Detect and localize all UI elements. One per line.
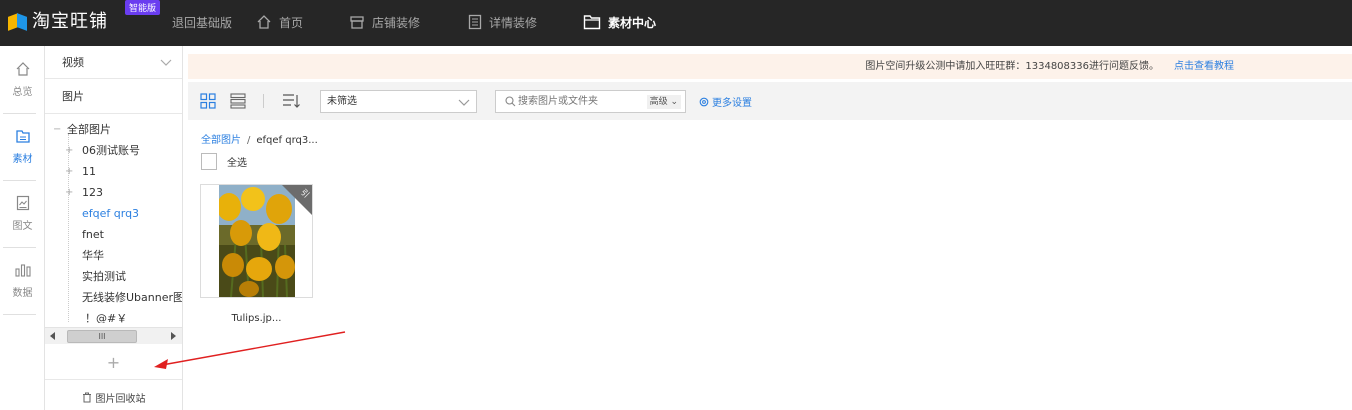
breadcrumb-current: efqef qrq3...	[256, 135, 318, 146]
rail-data-label: 数据	[12, 287, 33, 299]
nav-detail-label: 详情装修	[489, 15, 538, 30]
image-text-icon	[16, 195, 29, 210]
breadcrumb-root[interactable]: 全部图片	[201, 135, 241, 146]
tree-item-selected[interactable]: efqef qrq3	[82, 204, 139, 224]
divider	[45, 113, 182, 114]
tree-item[interactable]: 实拍测试	[82, 267, 126, 287]
rail-overview-label: 总览	[12, 86, 33, 98]
image-card[interactable]: 引	[200, 184, 313, 298]
edition-badge: 智能版	[125, 0, 161, 15]
more-settings-link[interactable]: 更多设置	[699, 94, 752, 109]
image-recycle-bin-link[interactable]: 图片回收站	[45, 386, 182, 408]
expand-icon[interactable]: +	[65, 162, 73, 182]
store-icon	[350, 16, 364, 29]
rail-material[interactable]: 素材	[0, 113, 45, 179]
nav-detail-decoration[interactable]: 详情装修	[468, 12, 537, 32]
tree-item-label: 全部图片	[67, 123, 111, 136]
rail-data[interactable]: 数据	[0, 247, 45, 313]
rail-image-text[interactable]: 图文	[0, 180, 45, 246]
bar-chart-icon	[14, 263, 31, 277]
list-view-icon[interactable]	[230, 93, 246, 109]
search-input[interactable]	[518, 93, 638, 110]
material-icon	[15, 129, 30, 143]
back-to-basic-link[interactable]: 退回基础版	[172, 12, 232, 32]
annotation-arrow	[154, 331, 346, 369]
tutorial-link[interactable]: 点击查看教程	[1174, 54, 1234, 79]
nav-material-label: 素材中心	[608, 15, 657, 30]
search-box: 高级 ⌄	[495, 90, 686, 113]
home-icon	[16, 61, 29, 76]
rail-overview[interactable]: 总览	[0, 46, 45, 112]
breadcrumb-separator: /	[247, 135, 251, 146]
tree-item-label: 123	[82, 186, 103, 199]
left-rail: 总览 素材 图文 数据	[0, 46, 45, 410]
more-settings-label: 更多设置	[712, 98, 752, 109]
tree-item-label: 06测试账号	[82, 144, 140, 157]
home-icon	[257, 15, 271, 29]
nav-store-decoration[interactable]: 店铺装修	[349, 12, 420, 32]
video-section-toggle[interactable]: 视频	[45, 46, 182, 79]
advanced-search-button[interactable]: 高级 ⌄	[646, 95, 681, 109]
folder-icon	[583, 15, 601, 30]
tree-item[interactable]: + 11	[65, 162, 96, 182]
tree-item[interactable]: + 123	[65, 183, 103, 203]
select-all-checkbox[interactable]	[201, 153, 217, 170]
tree-item[interactable]: 华华	[82, 246, 104, 266]
toolbar-divider	[263, 94, 264, 108]
folder-tree: − 全部图片 + 06测试账号 + 11 + 123 efqef qrq3 fn…	[45, 120, 182, 323]
nav-home-label: 首页	[279, 15, 304, 30]
rail-divider	[3, 314, 36, 315]
tree-item[interactable]: 无线装修Ubanner图片	[82, 288, 182, 308]
expand-icon[interactable]: +	[65, 141, 73, 161]
chevron-down-icon	[160, 59, 172, 66]
chevron-down-icon	[458, 99, 470, 106]
breadcrumb: 全部图片 / efqef qrq3...	[201, 131, 318, 146]
notice-text: 图片空间升级公测中请加入旺旺群：1334808336进行问题反馈。	[865, 61, 1159, 72]
trash-icon	[82, 392, 91, 402]
search-icon	[505, 96, 516, 107]
expand-icon[interactable]: +	[65, 183, 73, 203]
rail-image-text-label: 图文	[12, 220, 33, 232]
collapse-icon[interactable]: −	[53, 120, 61, 140]
image-section-header[interactable]: 图片	[45, 80, 182, 113]
select-all[interactable]: 全选	[201, 153, 247, 170]
video-label: 视频	[62, 56, 84, 69]
notice-bar: 图片空间升级公测中请加入旺旺群：1334808336进行问题反馈。 点击查看教程	[188, 54, 1352, 79]
gear-icon	[699, 97, 709, 106]
scroll-left-icon[interactable]	[50, 332, 55, 340]
logo[interactable]: 淘宝旺铺	[8, 8, 108, 32]
rail-material-label: 素材	[12, 153, 33, 165]
tree-item-label: 11	[82, 165, 96, 178]
tree-item[interactable]: fnet	[82, 225, 104, 245]
recycle-label: 图片回收站	[95, 393, 146, 405]
grid-view-icon[interactable]	[200, 93, 216, 109]
scrollbar-thumb[interactable]: III	[67, 330, 137, 343]
tree-item-all-images[interactable]: − 全部图片	[53, 120, 111, 140]
logo-icon	[8, 11, 28, 31]
filter-value: 未筛选	[327, 96, 357, 107]
image-card-name[interactable]: Tulips.jp...	[200, 313, 313, 324]
advanced-label: 高级	[649, 97, 668, 107]
filter-select[interactable]: 未筛选	[320, 90, 477, 113]
nav-home[interactable]: 首页	[256, 12, 303, 32]
tree-item[interactable]: + 06测试账号	[65, 141, 140, 161]
nav-store-label: 店铺装修	[372, 15, 421, 30]
image-label: 图片	[62, 90, 84, 103]
select-all-label: 全选	[227, 158, 247, 169]
logo-text: 淘宝旺铺	[32, 11, 108, 32]
nav-material-center[interactable]: 素材中心	[583, 12, 656, 32]
tree-item[interactable]: ！@#￥	[85, 309, 127, 323]
sort-icon[interactable]	[282, 93, 300, 109]
document-icon	[468, 14, 482, 30]
toolbar: 未筛选 高级 ⌄ 更多设置	[188, 82, 1352, 120]
top-bar: 淘宝旺铺 智能版 退回基础版 首页 店铺装修 详情装修 素材中心	[0, 0, 1352, 46]
